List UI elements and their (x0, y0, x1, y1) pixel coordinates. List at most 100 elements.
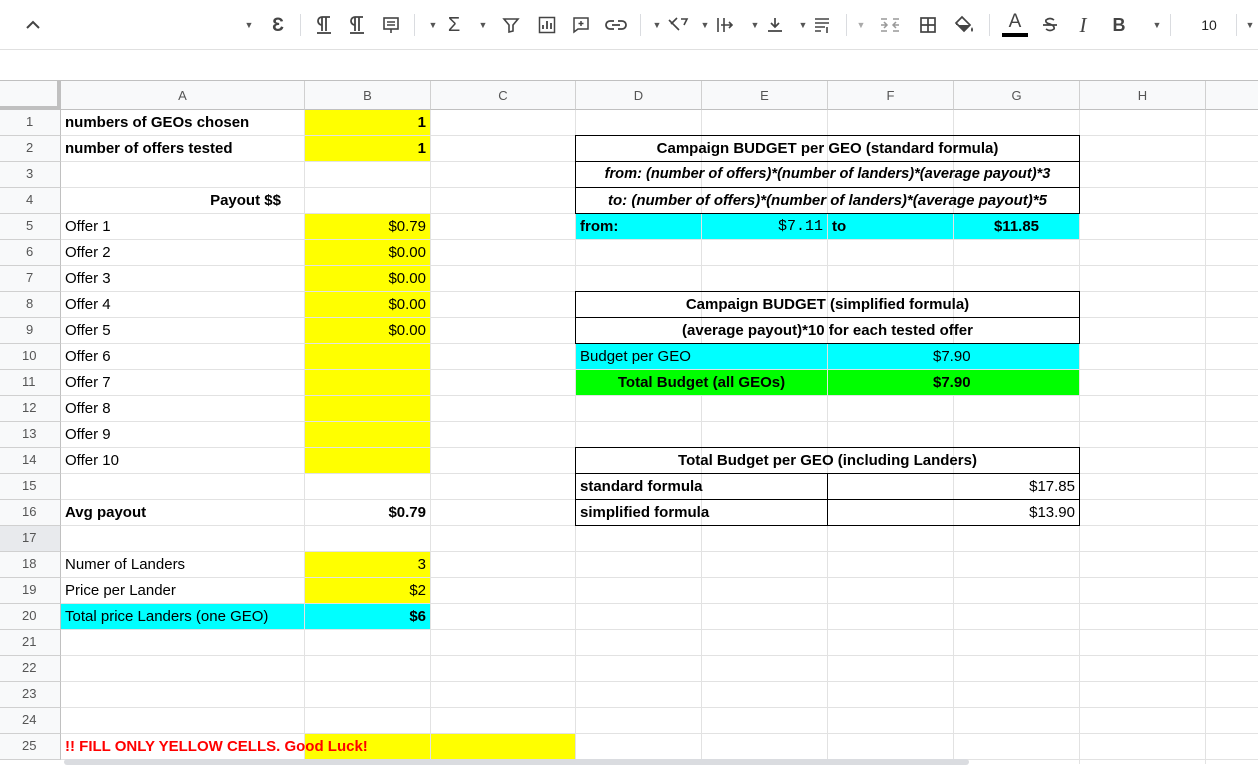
cell-a9[interactable]: Offer 5 (61, 318, 304, 343)
column-header-f[interactable]: F (828, 81, 954, 110)
special-char-dropdown-icon[interactable]: ▼ (244, 8, 254, 42)
cell-d5-from-label[interactable]: from: (576, 214, 701, 239)
row-header-12[interactable]: 12 (0, 396, 61, 422)
cell-b8[interactable]: $0.00 (305, 292, 430, 317)
special-char-icon[interactable]: Ɛ (268, 8, 288, 42)
ltr-icon[interactable] (313, 8, 335, 42)
select-all-corner[interactable] (0, 81, 61, 110)
column-header-e[interactable]: E (702, 81, 828, 110)
chevron-up-icon[interactable] (22, 8, 44, 42)
cell-g16-simplified-value[interactable]: $13.90 (828, 500, 1079, 525)
cell-a5[interactable]: Offer 1 (61, 214, 304, 239)
cell-a6[interactable]: Offer 2 (61, 240, 304, 265)
text-rotation-dropdown-icon[interactable]: ▼ (652, 8, 662, 42)
cell-b16[interactable]: $0.79 (305, 500, 430, 525)
row-header-13[interactable]: 13 (0, 422, 61, 448)
row-header-3[interactable]: 3 (0, 162, 61, 188)
cell-b12-input[interactable] (305, 396, 430, 421)
row-header-2[interactable]: 2 (0, 136, 61, 162)
column-header-d[interactable]: D (576, 81, 702, 110)
cell-d14-landers-title[interactable]: Total Budget per GEO (including Landers) (576, 448, 1079, 473)
vertical-align-dropdown-icon[interactable]: ▼ (750, 8, 760, 42)
function-icon[interactable]: Σ (444, 8, 464, 42)
cell-b14-input[interactable] (305, 448, 430, 473)
row-header-9[interactable]: 9 (0, 318, 61, 344)
cell-d8-simplified-title[interactable]: Campaign BUDGET (simplified formula) (576, 292, 1079, 317)
row-header-1[interactable]: 1 (0, 110, 61, 136)
merge-icon[interactable] (878, 8, 902, 42)
cell-d11-total-budget[interactable]: Total Budget (all GEOs) (576, 370, 827, 395)
cell-a2[interactable]: number of offers tested (61, 136, 304, 161)
font-size-field[interactable]: 10 (1192, 8, 1226, 42)
cell-a20[interactable]: Total price Landers (one GEO) (61, 604, 304, 629)
borders-icon[interactable] (916, 8, 940, 42)
wrap-dropdown-icon[interactable]: ▼ (798, 8, 808, 42)
cell-a8[interactable]: Offer 4 (61, 292, 304, 317)
cell-f11-total-value[interactable]: $7.90 (828, 370, 1079, 395)
cell-a14[interactable]: Offer 10 (61, 448, 304, 473)
row-header-24[interactable]: 24 (0, 708, 61, 734)
cell-b13-input[interactable] (305, 422, 430, 447)
row-header-20[interactable]: 20 (0, 604, 61, 630)
horizontal-scrollbar[interactable] (64, 759, 969, 765)
cell-d15-standard[interactable]: standard formula (576, 474, 827, 499)
wrap-icon[interactable] (810, 8, 834, 42)
strikethrough-icon[interactable] (1040, 8, 1060, 42)
cell-d3-from-formula[interactable]: from: (number of offers)*(number of land… (576, 162, 1079, 187)
text-color-icon[interactable]: A (1001, 8, 1029, 42)
column-header-c[interactable]: C (431, 81, 576, 110)
row-header-4[interactable]: 4 (0, 188, 61, 214)
horizontal-align-icon[interactable] (712, 8, 736, 42)
function-dropdown-icon[interactable]: ▼ (428, 8, 438, 42)
row-header-8[interactable]: 8 (0, 292, 61, 318)
cell-a10[interactable]: Offer 6 (61, 344, 304, 369)
row-header-10[interactable]: 10 (0, 344, 61, 370)
cell-e5-from-value[interactable]: $7.11 (702, 214, 827, 239)
text-rotation-icon[interactable] (666, 8, 690, 42)
cell-b7[interactable]: $0.00 (305, 266, 430, 291)
vertical-align-icon[interactable] (764, 8, 786, 42)
filter-dropdown-icon[interactable]: ▼ (478, 8, 488, 42)
cell-g15-standard-value[interactable]: $17.85 (828, 474, 1079, 499)
column-header-g[interactable]: G (954, 81, 1080, 110)
cell-a13[interactable]: Offer 9 (61, 422, 304, 447)
cell-a18[interactable]: Numer of Landers (61, 552, 304, 577)
cell-d10-budget-per-geo[interactable]: Budget per GEO (576, 344, 827, 369)
cell-b2[interactable]: 1 (305, 136, 430, 161)
row-header-5[interactable]: 5 (0, 214, 61, 240)
cell-b18[interactable]: 3 (305, 552, 430, 577)
row-header-11[interactable]: 11 (0, 370, 61, 396)
column-header-h[interactable]: H (1080, 81, 1206, 110)
cell-a7[interactable]: Offer 3 (61, 266, 304, 291)
cell-b5[interactable]: $0.79 (305, 214, 430, 239)
cell-a16[interactable]: Avg payout (61, 500, 304, 525)
row-header-25[interactable]: 25 (0, 734, 61, 760)
insert-note-icon[interactable] (380, 8, 402, 42)
column-header-i[interactable] (1206, 81, 1258, 110)
font-style-dropdown-icon[interactable]: ▼ (1152, 8, 1162, 42)
column-header-a[interactable]: A (61, 81, 305, 110)
cell-a19[interactable]: Price per Lander (61, 578, 304, 603)
cell-b10-input[interactable] (305, 344, 430, 369)
cell-f10-budget-value[interactable]: $7.90 (828, 344, 1079, 369)
merge-dropdown-icon[interactable]: ▼ (856, 8, 866, 42)
cell-b1[interactable]: 1 (305, 110, 430, 135)
cell-d16-simplified[interactable]: simplified formula (576, 500, 827, 525)
bold-icon[interactable]: B (1110, 8, 1128, 42)
cell-a1[interactable]: numbers of GEOs chosen (61, 110, 304, 135)
cell-g5-to-value[interactable]: $11.85 (954, 214, 1079, 239)
row-header-16[interactable]: 16 (0, 500, 61, 526)
row-header-6[interactable]: 6 (0, 240, 61, 266)
cell-a11[interactable]: Offer 7 (61, 370, 304, 395)
spreadsheet-grid[interactable]: ABCDEFGH 1 2 3 4 5 6 7 8 9 10 11 12 13 14 15 16 17 18 19 20… (0, 81, 1258, 764)
italic-icon[interactable]: I (1074, 8, 1092, 42)
row-header-22[interactable]: 22 (0, 656, 61, 682)
rtl-icon[interactable] (346, 8, 368, 42)
cell-b6[interactable]: $0.00 (305, 240, 430, 265)
filter-icon[interactable] (500, 8, 522, 42)
comment-icon[interactable] (570, 8, 592, 42)
cell-b9[interactable]: $0.00 (305, 318, 430, 343)
cell-a4-payout-header[interactable]: Payout $$ (61, 188, 430, 213)
row-header-19[interactable]: 19 (0, 578, 61, 604)
row-header-23[interactable]: 23 (0, 682, 61, 708)
